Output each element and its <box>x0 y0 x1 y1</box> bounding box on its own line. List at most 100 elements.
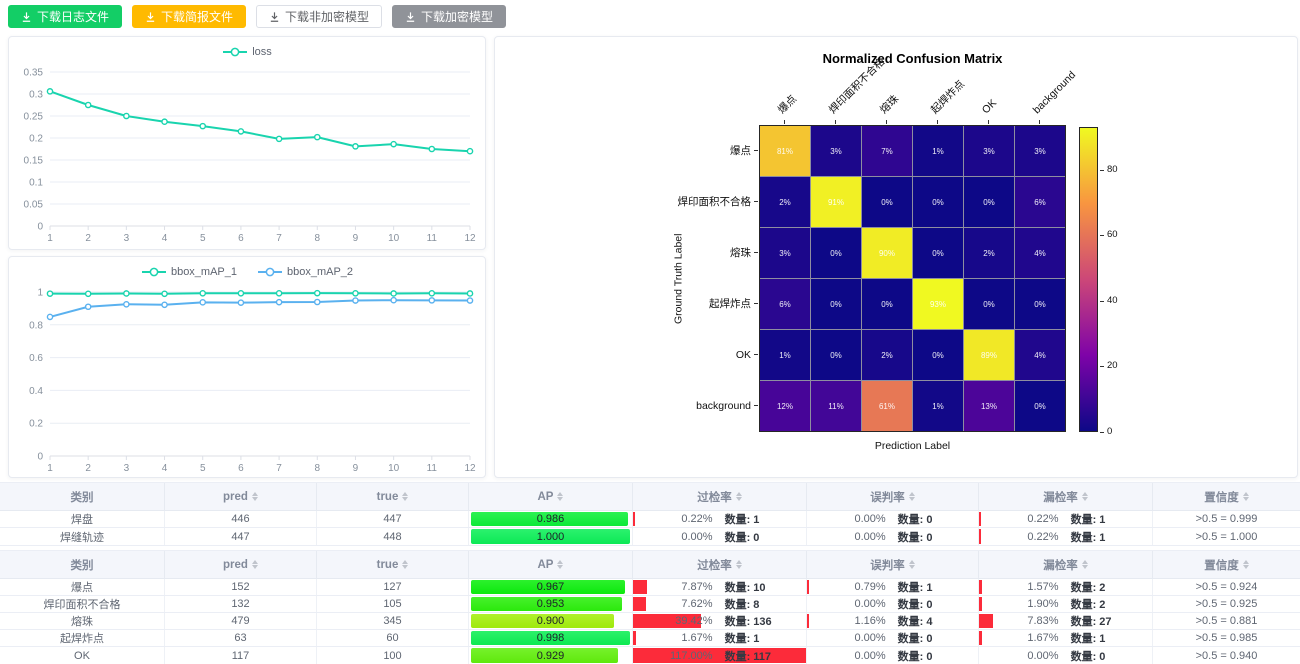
download-toolbar: 下载日志文件下载简报文件 下载非加密模型 下载加密模型 <box>8 5 506 28</box>
rate-percent: 0.00% <box>807 531 886 543</box>
rate-percent: 0.00% <box>979 650 1059 662</box>
column-header-pred[interactable]: pred <box>165 483 317 510</box>
cm-cell-4-1: 0% <box>811 330 861 380</box>
ap-value: 0.967 <box>537 581 565 593</box>
sort-carets-icon[interactable] <box>1243 492 1249 501</box>
sort-carets-icon[interactable] <box>252 560 258 569</box>
cm-cell-4-3: 0% <box>913 330 963 380</box>
svg-text:1: 1 <box>47 233 53 244</box>
svg-text:0.25: 0.25 <box>24 112 44 123</box>
sort-carets-icon[interactable] <box>909 560 915 569</box>
legend-item-bbox_mAP_1[interactable]: bbox_mAP_1 <box>141 266 237 278</box>
cm-cell-4-2: 2% <box>862 330 912 380</box>
over-rate-cell: 7.62%数量: 8 <box>633 596 807 612</box>
legend-label: loss <box>252 46 272 58</box>
rate-count: 数量: 0 <box>886 648 978 664</box>
sort-carets-icon[interactable] <box>736 492 742 501</box>
cm-cell-0-0: 81% <box>760 126 810 176</box>
column-header-ap[interactable]: AP <box>469 551 633 578</box>
rate-count: 数量: 0 <box>1059 648 1152 664</box>
column-header-pred[interactable]: pred <box>165 551 317 578</box>
rate-count: 数量: 2 <box>1059 579 1152 595</box>
cm-cell-2-1: 0% <box>811 228 861 278</box>
column-header-true[interactable]: true <box>317 551 469 578</box>
colorbar-tick-label: 20 <box>1107 360 1118 371</box>
rate-percent: 7.87% <box>633 581 713 593</box>
sort-carets-icon[interactable] <box>557 560 563 569</box>
legend-item-loss[interactable]: loss <box>222 46 272 58</box>
rate-percent: 0.22% <box>979 531 1059 543</box>
table-header-row: 类别predtrueAP过检率误判率漏检率置信度 <box>0 483 1300 511</box>
column-header-label: AP <box>538 491 554 503</box>
cm-column-tick <box>937 120 938 124</box>
rate-percent: 1.67% <box>979 632 1059 644</box>
rate-count: 数量: 0 <box>886 596 978 612</box>
column-header-label: 过检率 <box>697 489 732 505</box>
column-header-over-rate[interactable]: 过检率 <box>633 483 807 510</box>
download-log-file-button[interactable]: 下载日志文件 <box>8 5 122 28</box>
column-header-misjudge-rate[interactable]: 误判率 <box>807 551 979 578</box>
column-header-true[interactable]: true <box>317 483 469 510</box>
cm-cell-3-2: 0% <box>862 279 912 329</box>
category-cell: 爆点 <box>0 579 165 595</box>
sort-carets-icon[interactable] <box>557 492 563 501</box>
table-header-row: 类别predtrueAP过检率误判率漏检率置信度 <box>0 551 1300 579</box>
column-header-confidence[interactable]: 置信度 <box>1153 551 1300 578</box>
sort-carets-icon[interactable] <box>402 492 408 501</box>
column-header-confidence[interactable]: 置信度 <box>1153 483 1300 510</box>
confidence-cell: >0.5 = 1.000 <box>1153 528 1300 545</box>
misjudge-rate-cell: 0.00%数量: 0 <box>807 596 979 612</box>
sort-carets-icon[interactable] <box>909 492 915 501</box>
column-header-over-rate[interactable]: 过检率 <box>633 551 807 578</box>
svg-text:12: 12 <box>464 233 476 244</box>
column-header-label: AP <box>538 559 554 571</box>
table-row: 焊缝轨迹4474481.0000.00%数量: 00.00%数量: 00.22%… <box>0 528 1300 545</box>
svg-text:0: 0 <box>37 452 43 463</box>
button-label: 下载非加密模型 <box>285 11 369 23</box>
column-header-ap[interactable]: AP <box>469 483 633 510</box>
confusion-matrix-xlabel: Prediction Label <box>759 440 1066 452</box>
download-report-file-button[interactable]: 下载简报文件 <box>132 5 246 28</box>
rate-count: 数量: 1 <box>713 511 806 527</box>
rate-count: 数量: 0 <box>886 630 978 646</box>
miss-rate-cell: 7.83%数量: 27 <box>979 613 1153 629</box>
svg-text:2: 2 <box>85 233 91 244</box>
colorbar-tick <box>1100 366 1104 367</box>
download-plain-model-button[interactable]: 下载非加密模型 <box>256 5 382 28</box>
column-header-misjudge-rate[interactable]: 误判率 <box>807 483 979 510</box>
rate-percent: 1.90% <box>979 598 1059 610</box>
sort-carets-icon[interactable] <box>1082 560 1088 569</box>
true-cell: 345 <box>317 613 469 629</box>
rate-percent: 39.42% <box>633 615 713 627</box>
svg-text:9: 9 <box>353 463 359 474</box>
line-series-marker-icon <box>141 267 167 277</box>
true-cell: 448 <box>317 528 469 545</box>
rate-percent: 0.00% <box>633 531 713 543</box>
sort-carets-icon[interactable] <box>1082 492 1088 501</box>
sort-carets-icon[interactable] <box>402 560 408 569</box>
cm-column-label: OK <box>980 97 1000 117</box>
ap-value: 0.998 <box>537 632 565 644</box>
cm-cell-4-5: 4% <box>1015 330 1065 380</box>
sort-carets-icon[interactable] <box>1243 560 1249 569</box>
true-cell: 447 <box>317 511 469 527</box>
column-header-miss-rate[interactable]: 漏检率 <box>979 483 1153 510</box>
download-encrypted-model-button[interactable]: 下载加密模型 <box>392 5 506 28</box>
svg-text:0.2: 0.2 <box>29 134 43 145</box>
over-rate-cell: 7.87%数量: 10 <box>633 579 807 595</box>
cm-cell-3-5: 0% <box>1015 279 1065 329</box>
over-rate-cell: 0.00%数量: 0 <box>633 528 807 545</box>
rate-percent: 0.22% <box>979 513 1059 525</box>
legend-item-bbox_mAP_2[interactable]: bbox_mAP_2 <box>257 266 353 278</box>
sort-carets-icon[interactable] <box>252 492 258 501</box>
rate-count: 数量: 136 <box>713 613 806 629</box>
svg-text:1: 1 <box>37 288 43 299</box>
sort-carets-icon[interactable] <box>736 560 742 569</box>
cm-cell-1-3: 0% <box>913 177 963 227</box>
miss-rate-cell: 1.57%数量: 2 <box>979 579 1153 595</box>
confidence-cell: >0.5 = 0.924 <box>1153 579 1300 595</box>
rate-percent: 1.67% <box>633 632 713 644</box>
column-header-miss-rate[interactable]: 漏检率 <box>979 551 1153 578</box>
over-rate-cell: 1.67%数量: 1 <box>633 630 807 646</box>
cm-row-tick <box>754 252 758 253</box>
